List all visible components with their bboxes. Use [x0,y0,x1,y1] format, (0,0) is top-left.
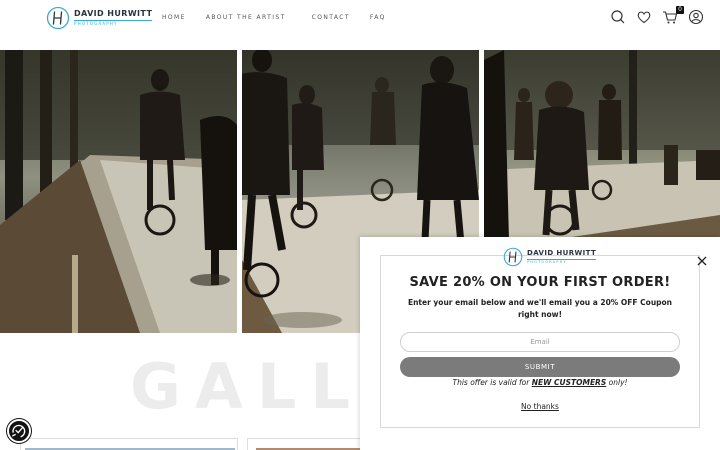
popup-logo-tagline: PHOTOGRAPHY [527,258,597,265]
logo-mark-icon [503,247,523,267]
logo-mark-icon [46,6,70,30]
nav-about-the-artist[interactable]: ABOUT THE ARTIST [206,14,286,21]
accessibility-button[interactable] [7,419,31,443]
popup-logo-title: DAVID HURWITT [527,248,597,257]
offer-highlight: NEW CUSTOMERS [531,378,607,387]
cart-count-badge: 0 [676,6,684,14]
gallery-heading: GALL [130,350,364,423]
page: DAVID HURWITT PHOTOGRAPHY HOME ABOUT THE… [0,0,720,450]
nav-faq[interactable]: FAQ [370,14,386,21]
submit-button[interactable]: SUBMIT [400,357,680,377]
logo-tagline: PHOTOGRAPHY [74,20,153,26]
popup-description: Enter your email below and we'll email y… [407,298,673,319]
search-icon[interactable] [610,9,626,25]
popup-logo: DAVID HURWITT PHOTOGRAPHY [503,247,597,267]
cart-icon[interactable]: 0 [662,6,684,25]
nav-home[interactable]: HOME [162,14,186,21]
heart-icon[interactable] [636,9,652,25]
nav-contact[interactable]: CONTACT [312,14,350,21]
offer-prefix: This offer is valid for [452,378,530,387]
email-field[interactable] [400,332,680,352]
main-nav: HOME ABOUT THE ARTIST CONTACT FAQ [162,14,386,21]
gallery-card[interactable] [20,438,238,450]
offer-suffix: only! [608,378,628,387]
popup-title: SAVE 20% ON YOUR FIRST ORDER! [409,275,671,290]
accessibility-icon [12,424,26,438]
hero-photo-left[interactable] [0,50,237,333]
user-icon[interactable] [688,9,704,25]
close-icon[interactable] [697,251,707,266]
header-icons: 0 [610,6,704,25]
logo-title: DAVID HURWITT [74,9,153,18]
offer-note: This offer is valid for NEW CUSTOMERS on… [360,378,720,387]
site-logo[interactable]: DAVID HURWITT PHOTOGRAPHY [46,6,153,30]
site-header: DAVID HURWITT PHOTOGRAPHY HOME ABOUT THE… [0,0,720,50]
discount-popup: DAVID HURWITT PHOTOGRAPHY SAVE 20% ON YO… [360,237,720,450]
no-thanks-link[interactable]: No thanks [360,402,720,411]
